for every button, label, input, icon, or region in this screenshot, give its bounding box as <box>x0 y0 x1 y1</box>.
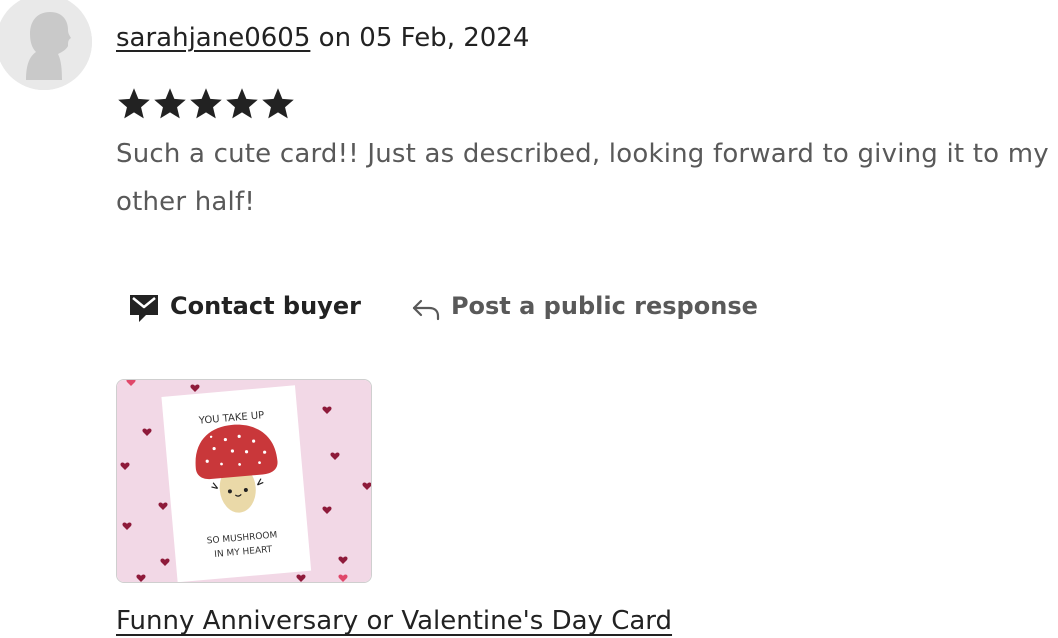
contact-buyer-label: Contact buyer <box>170 292 361 320</box>
greeting-card: YOU TAKE UP SO MUSHROOM IN MY HEART <box>161 385 312 582</box>
product-title-link[interactable]: Funny Anniversary or Valentine's Day Car… <box>116 603 672 638</box>
review-text: Such a cute card!! Just as described, lo… <box>116 139 1049 217</box>
star-icon <box>262 88 294 119</box>
review-date: on 05 Feb, 2024 <box>318 23 530 53</box>
review-actions: Contact buyer Post a public response <box>128 284 758 328</box>
review-card: sarahjane0605 on 05 Feb, 2024 Such a cut… <box>0 0 1058 638</box>
post-public-response-button[interactable]: Post a public response <box>411 285 758 327</box>
reply-arrow-icon <box>411 297 441 327</box>
contact-buyer-button[interactable]: Contact buyer <box>128 283 361 329</box>
envelope-icon <box>128 293 160 329</box>
reviewer-username-link[interactable]: sarahjane0605 <box>116 23 310 53</box>
product-thumbnail[interactable]: YOU TAKE UP SO MUSHROOM IN MY HEART <box>116 379 372 583</box>
star-icon <box>226 88 258 119</box>
review-meta: sarahjane0605 on 05 Feb, 2024 <box>116 18 529 58</box>
post-public-response-label: Post a public response <box>450 292 758 320</box>
star-rating <box>116 86 296 122</box>
star-icon <box>190 88 222 119</box>
avatar[interactable] <box>0 0 92 90</box>
default-user-icon <box>0 0 92 90</box>
product-image: YOU TAKE UP SO MUSHROOM IN MY HEART <box>117 380 371 582</box>
star-icon <box>118 88 150 119</box>
star-icon <box>154 88 186 119</box>
